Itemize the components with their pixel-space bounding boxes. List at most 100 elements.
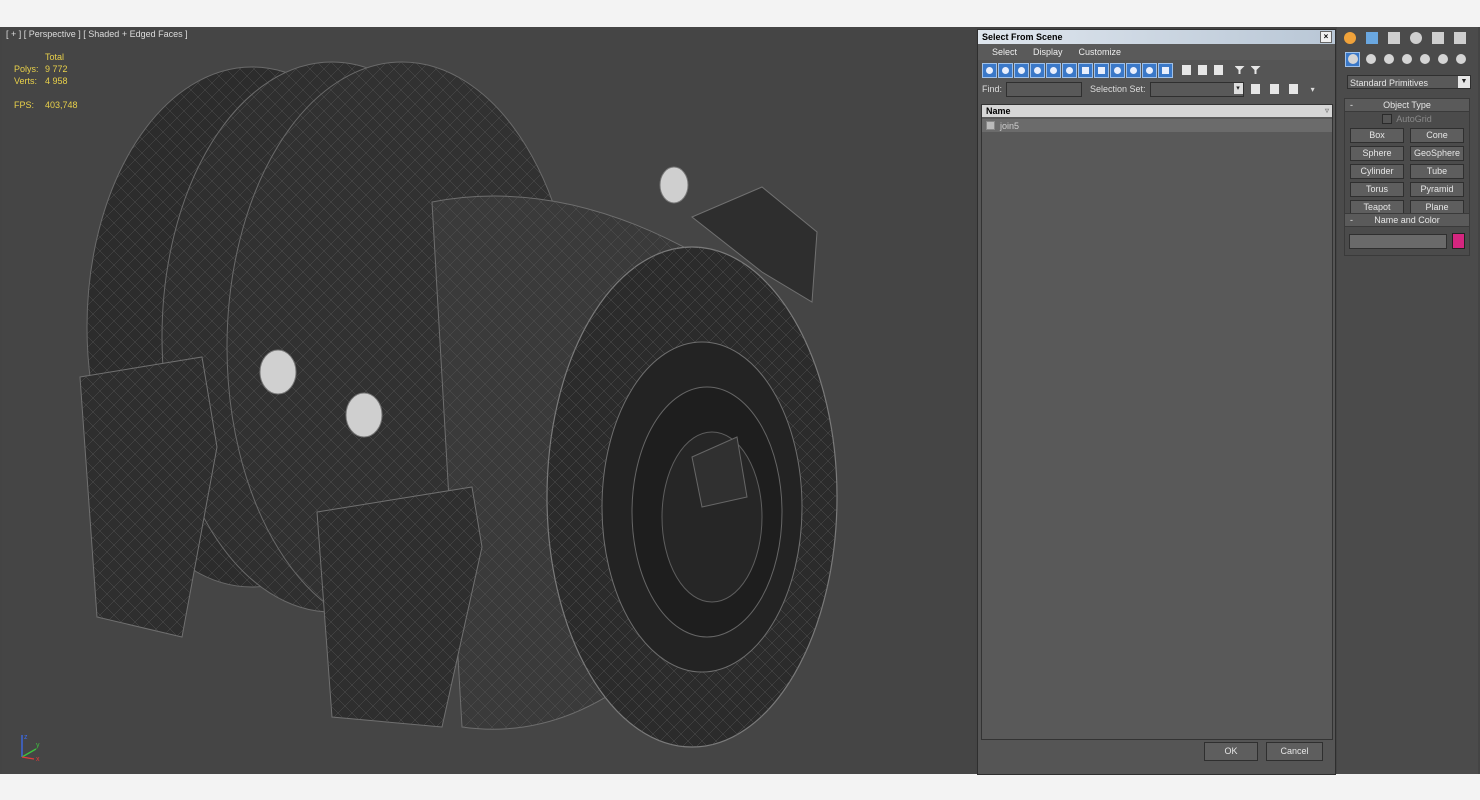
menu-customize[interactable]: Customize bbox=[1071, 44, 1130, 60]
display-lights-icon[interactable] bbox=[1014, 62, 1029, 78]
tube-button[interactable]: Tube bbox=[1410, 164, 1464, 179]
axis-y-label: y bbox=[36, 742, 40, 749]
fps-label: FPS: bbox=[14, 100, 35, 110]
name-row bbox=[1345, 227, 1469, 255]
autogrid-label: AutoGrid bbox=[1396, 114, 1432, 124]
collapse-icon[interactable]: - bbox=[1350, 99, 1353, 111]
cameras-category-icon[interactable] bbox=[1399, 52, 1414, 67]
display-containers-icon[interactable] bbox=[1126, 62, 1141, 78]
axis-gizmo-icon: z y x bbox=[21, 734, 40, 763]
command-panel-tabs bbox=[1337, 27, 1478, 49]
box-button[interactable]: Box bbox=[1350, 128, 1404, 143]
verts-value: 4 958 bbox=[45, 76, 68, 86]
menu-select[interactable]: Select bbox=[984, 44, 1025, 60]
column-name-label: Name bbox=[986, 106, 1011, 116]
object-icon bbox=[986, 121, 995, 130]
menu-display[interactable]: Display bbox=[1025, 44, 1071, 60]
autogrid-row: AutoGrid bbox=[1345, 112, 1469, 126]
column-header-name[interactable]: Name ▿ bbox=[982, 105, 1332, 117]
cancel-button[interactable]: Cancel bbox=[1266, 742, 1323, 761]
hierarchy-tab-icon[interactable] bbox=[1383, 28, 1405, 48]
display-geometry-icon[interactable] bbox=[982, 62, 997, 78]
collapse-icon[interactable]: - bbox=[1350, 214, 1353, 226]
geosphere-button[interactable]: GeoSphere bbox=[1410, 146, 1464, 161]
display-frozen-icon[interactable] bbox=[1142, 62, 1157, 78]
geometry-category-icon[interactable] bbox=[1345, 51, 1360, 67]
object-name-input[interactable] bbox=[1349, 233, 1448, 249]
display-bones-icon[interactable] bbox=[1110, 62, 1125, 78]
display-all-icon[interactable] bbox=[1179, 63, 1194, 78]
primitive-type-value: Standard Primitives bbox=[1350, 78, 1429, 88]
chevron-down-icon[interactable]: ▼ bbox=[1458, 76, 1470, 88]
verts-label: Verts: bbox=[14, 76, 38, 86]
create-tab-icon[interactable] bbox=[1339, 28, 1361, 48]
list-item[interactable]: join5 bbox=[982, 119, 1332, 132]
create-categories bbox=[1337, 49, 1478, 69]
polys-label: Polys: bbox=[14, 64, 39, 74]
expand-arrow-icon[interactable]: ▾ bbox=[1311, 85, 1315, 94]
selection-set-icon-3[interactable] bbox=[1286, 82, 1301, 97]
dialog-title: Select From Scene bbox=[982, 32, 1063, 42]
selection-set-label: Selection Set: bbox=[1090, 84, 1146, 94]
display-tab-icon[interactable] bbox=[1427, 28, 1449, 48]
ok-button[interactable]: OK bbox=[1204, 742, 1258, 761]
autogrid-checkbox[interactable] bbox=[1382, 114, 1393, 124]
display-helpers-icon[interactable] bbox=[1046, 62, 1061, 78]
display-space-warps-icon[interactable] bbox=[1062, 62, 1077, 78]
find-input[interactable] bbox=[1006, 81, 1083, 97]
display-cameras-icon[interactable] bbox=[1030, 62, 1045, 78]
find-row: Find: Selection Set: ▾ ▾ bbox=[978, 80, 1335, 98]
filter-icon[interactable] bbox=[1232, 63, 1247, 78]
find-label: Find: bbox=[982, 84, 1003, 94]
primitive-buttons: Box Cone Sphere GeoSphere Cylinder Tube … bbox=[1345, 126, 1469, 219]
selection-set-icon-1[interactable] bbox=[1248, 82, 1263, 97]
perspective-viewport[interactable]: [ + ] [ Perspective ] [ Shaded + Edged F… bbox=[2, 27, 975, 774]
helpers-category-icon[interactable] bbox=[1417, 52, 1432, 67]
stats-total-label: Total bbox=[45, 52, 65, 62]
axis-z-label: z bbox=[24, 734, 28, 741]
selection-set-dropdown[interactable]: ▾ bbox=[1149, 81, 1244, 97]
polys-value: 9 772 bbox=[45, 64, 68, 74]
dialog-toolbar bbox=[978, 60, 1335, 80]
space-warps-category-icon[interactable] bbox=[1435, 52, 1450, 67]
scene-object-list[interactable]: Name ▿ join5 bbox=[981, 104, 1333, 740]
primitive-type-dropdown[interactable]: Standard Primitives ▼ bbox=[1347, 75, 1471, 89]
utilities-tab-icon[interactable] bbox=[1449, 28, 1471, 48]
cylinder-button[interactable]: Cylinder bbox=[1350, 164, 1404, 179]
close-icon[interactable]: × bbox=[1320, 31, 1332, 43]
viewport-label[interactable]: [ + ] [ Perspective ] [ Shaded + Edged F… bbox=[6, 29, 188, 39]
mesh-model bbox=[79, 61, 838, 748]
dialog-menubar: Select Display Customize bbox=[978, 44, 1335, 60]
sphere-button[interactable]: Sphere bbox=[1350, 146, 1404, 161]
pyramid-button[interactable]: Pyramid bbox=[1410, 182, 1464, 197]
viewport-statistics: Total Polys: 9 772 Verts: 4 958 FPS: 403,74… bbox=[14, 51, 78, 111]
display-groups-icon[interactable] bbox=[1078, 62, 1093, 78]
name-and-color-title: Name and Color bbox=[1374, 215, 1440, 225]
object-color-swatch[interactable] bbox=[1452, 233, 1465, 249]
display-hidden-icon[interactable] bbox=[1158, 62, 1173, 78]
dialog-titlebar[interactable]: Select From Scene × bbox=[978, 30, 1335, 44]
systems-category-icon[interactable] bbox=[1453, 52, 1468, 67]
column-filter-icon[interactable]: ▿ bbox=[1325, 105, 1329, 117]
name-and-color-rollout: - Name and Color bbox=[1344, 213, 1470, 256]
shapes-category-icon[interactable] bbox=[1363, 52, 1378, 67]
fps-value: 403,748 bbox=[45, 100, 78, 110]
display-shapes-icon[interactable] bbox=[998, 62, 1013, 78]
filter-options-icon[interactable] bbox=[1248, 63, 1263, 78]
object-type-header[interactable]: - Object Type bbox=[1345, 99, 1469, 112]
display-xrefs-icon[interactable] bbox=[1094, 62, 1109, 78]
torus-button[interactable]: Torus bbox=[1350, 182, 1404, 197]
display-none-icon[interactable] bbox=[1195, 63, 1210, 78]
lights-category-icon[interactable] bbox=[1381, 52, 1396, 67]
axis-x-label: x bbox=[36, 756, 40, 763]
display-invert-icon[interactable] bbox=[1211, 63, 1226, 78]
modify-tab-icon[interactable] bbox=[1361, 28, 1383, 48]
select-from-scene-dialog: Select From Scene × Select Display Custo… bbox=[977, 29, 1336, 775]
object-type-rollout: - Object Type AutoGrid Box Cone Sphere G… bbox=[1344, 98, 1470, 220]
motion-tab-icon[interactable] bbox=[1405, 28, 1427, 48]
selection-set-icon-2[interactable] bbox=[1267, 82, 1282, 97]
cone-button[interactable]: Cone bbox=[1410, 128, 1464, 143]
chevron-down-icon[interactable]: ▾ bbox=[1233, 82, 1243, 94]
name-and-color-header[interactable]: - Name and Color bbox=[1345, 214, 1469, 227]
object-type-title: Object Type bbox=[1383, 100, 1431, 110]
